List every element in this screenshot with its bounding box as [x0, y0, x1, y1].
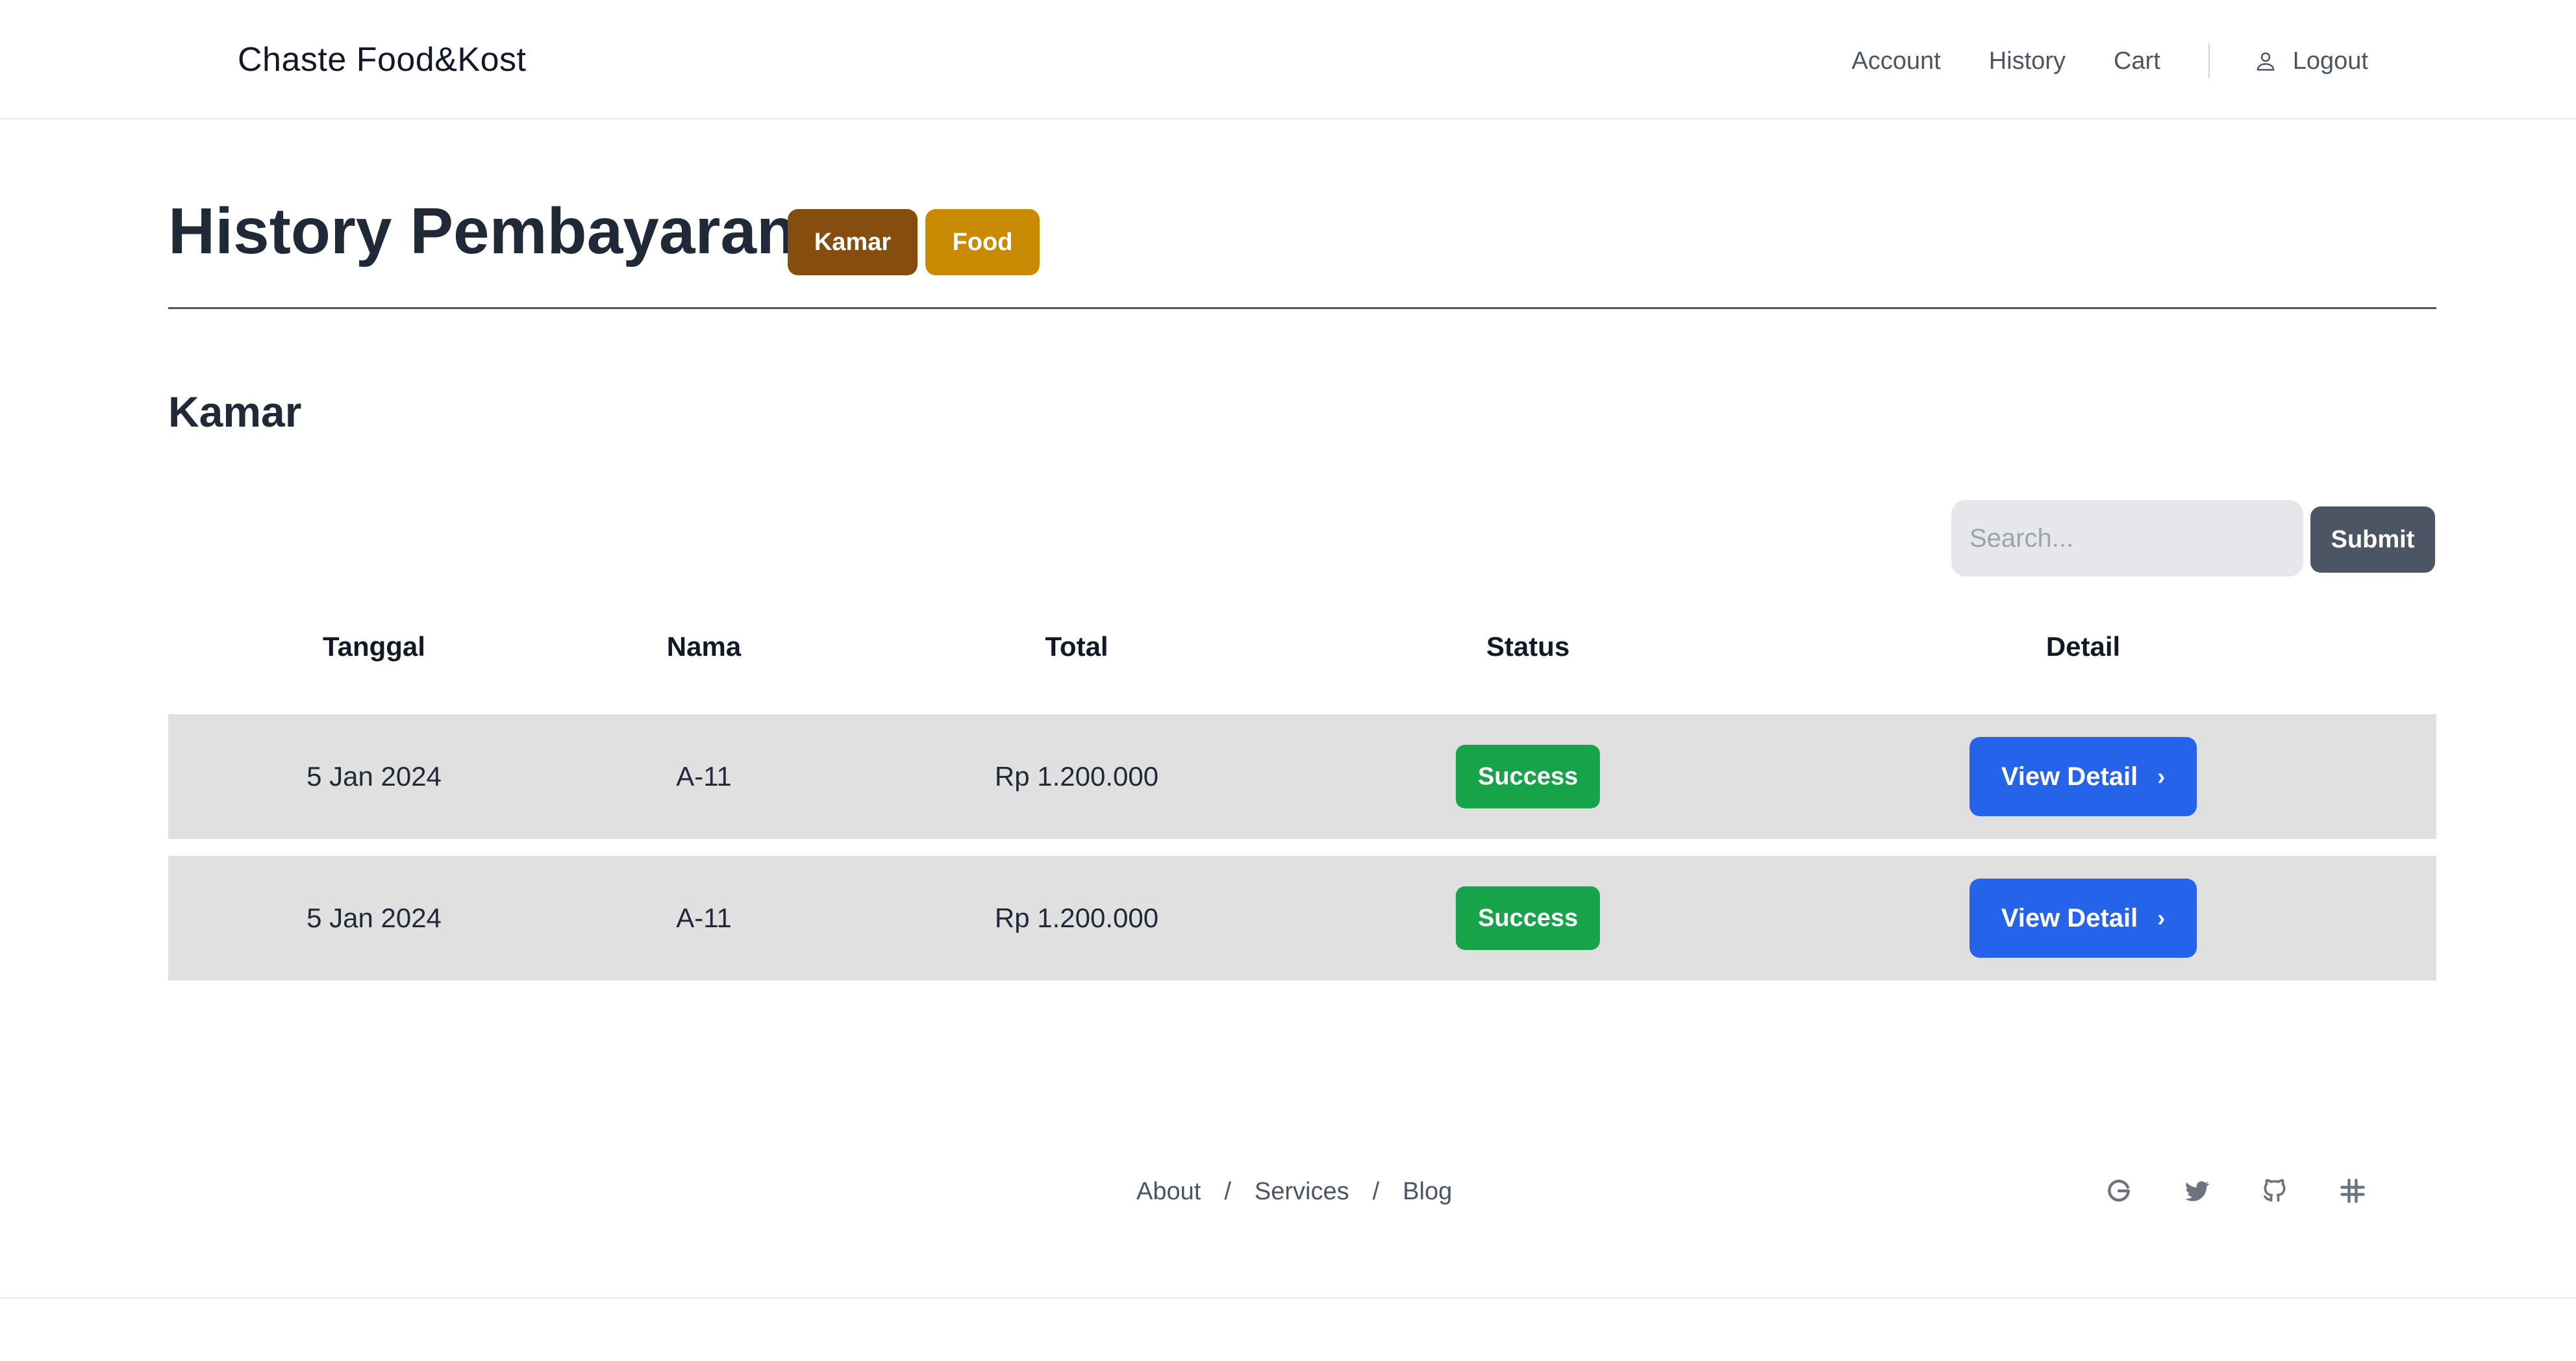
cell-status: Success — [1455, 856, 1601, 980]
top-navbar: Chaste Food&Kost Account History Cart Lo… — [0, 0, 2576, 119]
logout-label: Logout — [2292, 47, 2368, 75]
main-nav: Account History Cart Logout — [1851, 44, 2368, 79]
nav-divider — [2208, 44, 2210, 79]
google-icon[interactable] — [2103, 1175, 2134, 1206]
column-header-status: Status — [1486, 631, 1570, 662]
cell-tanggal: 5 Jan 2024 — [306, 903, 442, 933]
cell-status: Success — [1455, 714, 1601, 839]
footer-link-blog[interactable]: Blog — [1403, 1178, 1452, 1206]
status-badge: Success — [1455, 745, 1601, 808]
footer-separator: / — [1224, 1178, 1231, 1205]
chevron-right-icon: › — [2157, 905, 2166, 931]
twitter-icon[interactable] — [2181, 1175, 2212, 1206]
section-title: Kamar — [168, 388, 302, 436]
status-badge: Success — [1455, 886, 1601, 950]
view-detail-label: View Detail — [2001, 903, 2138, 932]
column-header-tanggal: Tanggal — [323, 631, 425, 662]
cell-total: Rp 1.200.000 — [994, 761, 1159, 792]
chevron-right-icon: › — [2157, 763, 2166, 790]
view-detail-button[interactable]: View Detail › — [1970, 879, 2197, 958]
footer-links: About / Services / Blog — [1136, 1178, 1452, 1206]
logout-button[interactable]: Logout — [2254, 47, 2368, 75]
submit-button[interactable]: Submit — [2310, 506, 2435, 573]
view-detail-label: View Detail — [2001, 762, 2138, 791]
page-heading: History Pembayaran Kamar Food — [168, 192, 2436, 309]
github-icon[interactable] — [2259, 1175, 2290, 1206]
cell-detail: View Detail › — [1970, 714, 2197, 839]
table-row: 5 Jan 2024 A-11 Rp 1.200.000 Success Vie… — [168, 714, 2436, 839]
footer-separator: / — [1372, 1178, 1380, 1205]
footer-link-services[interactable]: Services — [1255, 1178, 1349, 1206]
nav-account[interactable]: Account — [1851, 47, 1940, 75]
nav-history[interactable]: History — [1989, 47, 2066, 75]
footer-divider — [0, 1297, 2576, 1299]
brand-logo[interactable]: Chaste Food&Kost — [238, 40, 526, 79]
search-input[interactable] — [1951, 500, 2303, 577]
footer-link-about[interactable]: About — [1136, 1178, 1201, 1206]
nav-cart[interactable]: Cart — [2114, 47, 2160, 75]
column-header-nama: Nama — [666, 631, 742, 662]
tab-kamar[interactable]: Kamar — [788, 209, 918, 275]
social-links — [2103, 1175, 2368, 1206]
tab-food[interactable]: Food — [925, 209, 1040, 275]
page-title: History Pembayaran — [168, 195, 797, 268]
cell-tanggal: 5 Jan 2024 — [306, 761, 442, 792]
cell-nama: A-11 — [676, 903, 732, 933]
table-header: Tanggal Nama Total Status Detail — [168, 610, 2436, 714]
column-header-total: Total — [1045, 631, 1108, 662]
slack-icon[interactable] — [2337, 1175, 2368, 1206]
history-table: Tanggal Nama Total Status Detail 5 Jan 2… — [168, 610, 2436, 980]
column-header-detail: Detail — [2045, 631, 2121, 662]
view-detail-button[interactable]: View Detail › — [1970, 737, 2197, 816]
user-icon — [2257, 52, 2274, 71]
cell-nama: A-11 — [676, 761, 732, 792]
cell-detail: View Detail › — [1970, 856, 2197, 980]
cell-total: Rp 1.200.000 — [994, 903, 1159, 933]
table-row: 5 Jan 2024 A-11 Rp 1.200.000 Success Vie… — [168, 856, 2436, 980]
